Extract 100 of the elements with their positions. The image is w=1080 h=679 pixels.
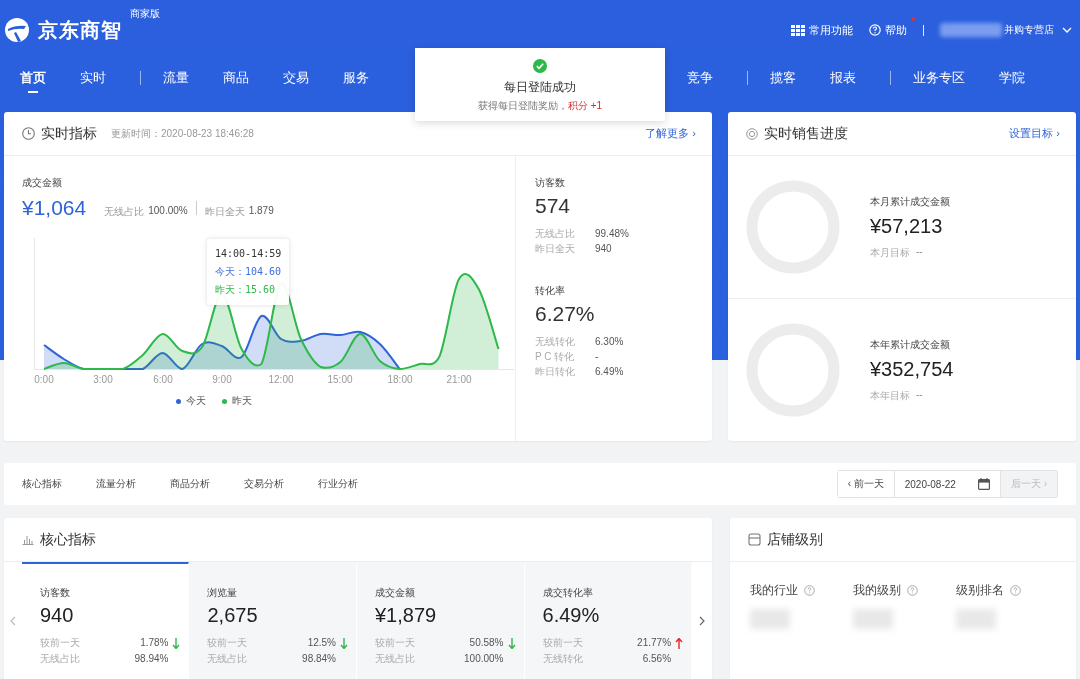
metric-value: 574	[535, 194, 572, 218]
analysis-tab[interactable]: 行业分析	[318, 477, 358, 491]
metric-value: 6.49%	[542, 604, 601, 627]
grid-icon	[791, 24, 805, 36]
logo-text: 京东商智	[38, 17, 122, 43]
analysis-tab[interactable]: 交易分析	[244, 477, 284, 491]
points-reward: 积分 +1	[567, 100, 603, 111]
stat-value: -	[595, 350, 599, 364]
logo-icon	[4, 17, 30, 43]
blurred-text	[940, 23, 1002, 37]
axis-label: 21:00	[446, 374, 472, 385]
stat-value: 1.879	[248, 205, 274, 218]
target-icon	[746, 127, 758, 140]
toast-message: 获得每日登陆奖励，	[477, 100, 568, 111]
metric-label: 成交金额	[22, 176, 63, 190]
help-icon	[804, 585, 815, 596]
analysis-tab[interactable]: 流量分析	[96, 477, 136, 491]
metric-label: 本年累计成交金额	[870, 337, 951, 352]
metric-value: 6.27%	[535, 302, 596, 326]
analysis-tab[interactable]: 核心指标	[22, 477, 62, 491]
bar-chart-icon	[22, 534, 34, 545]
axis-label: 12:00	[268, 374, 294, 385]
metric-value: ¥1,064	[22, 196, 87, 220]
help-icon	[1010, 585, 1021, 596]
calendar-icon	[977, 478, 990, 490]
nav-tab[interactable]: 交易	[283, 63, 309, 93]
nav-tab[interactable]: 学院	[999, 63, 1025, 93]
stat-label: 昨日全天	[535, 242, 576, 256]
card-title: 实时销售进度	[764, 124, 848, 143]
metric-value: ¥352,754	[870, 357, 954, 381]
column-label: 我的行业	[750, 582, 798, 599]
stat-label: 无线转化	[535, 335, 576, 349]
metric-label: 浏览量	[207, 586, 239, 600]
stat-label: 无线占比	[207, 652, 248, 666]
nav-tab[interactable]: 揽客	[770, 63, 796, 93]
metric-label: 访客数	[39, 586, 71, 600]
nav-tab[interactable]: 业务专区	[913, 63, 965, 93]
nav-tab[interactable]: 实时	[80, 63, 106, 93]
chevron-down-icon	[1062, 27, 1072, 33]
stat-label: P C 转化	[535, 350, 576, 364]
toast-title: 每日登陆成功	[504, 79, 576, 96]
axis-label: 9:00	[212, 374, 232, 385]
stat-value: 6.30%	[595, 335, 624, 349]
metric-value: 940	[39, 604, 75, 627]
stat-label: 无线转化	[542, 652, 583, 666]
axis-label: 18:00	[387, 374, 413, 385]
stat-value: 98.94%	[134, 652, 169, 666]
header-action[interactable]: 常用功能	[791, 22, 853, 38]
chevron-left-icon	[9, 616, 17, 626]
metric-value: 2,675	[207, 604, 259, 627]
nav-tab[interactable]: 服务	[343, 63, 369, 93]
metric-value: ¥57,213	[870, 214, 944, 238]
target-label: 本月目标	[870, 245, 910, 260]
stat-label: 无线占比	[39, 652, 80, 666]
tooltip-time: 14:00-14:59	[215, 247, 282, 261]
nav-tab[interactable]: 首页	[20, 63, 46, 93]
stat-value: 100.00%	[464, 652, 504, 666]
link[interactable]: 了解更多 ›	[645, 126, 696, 141]
store-icon	[748, 533, 761, 546]
card-title: 实时指标	[41, 124, 97, 143]
tooltip-value: 昨天：15.60	[215, 283, 277, 297]
tooltip-value: 今天：104.60	[215, 265, 282, 279]
store-selector[interactable]: 并购专营店	[1004, 23, 1076, 37]
metric-value: ¥1,879	[375, 604, 438, 627]
metric-label: 访客数	[535, 176, 566, 190]
stat-label: 无线占比	[375, 652, 415, 666]
analysis-tab[interactable]: 商品分析	[170, 477, 210, 491]
help-icon	[869, 24, 881, 36]
nav-tab[interactable]: 商品	[223, 63, 249, 93]
stat-value: 50.58%	[469, 636, 504, 650]
stat-value: 940	[595, 242, 612, 256]
header-action[interactable]: 帮助	[869, 22, 907, 38]
clock-icon	[22, 127, 35, 140]
stat-value: 100.00%	[148, 205, 188, 218]
stat-label: 无线占比	[104, 205, 145, 219]
check-icon	[533, 59, 547, 73]
target-value: --	[916, 388, 923, 402]
stat-value: 1.78%	[140, 636, 169, 650]
update-time: 更新时间：2020-08-23 18:46:28	[111, 126, 254, 141]
target-value: --	[916, 245, 923, 259]
date-field[interactable]: 2020-08-22	[893, 471, 1001, 497]
stat-label: 无线占比	[535, 227, 576, 241]
chevron-right-icon	[698, 616, 706, 626]
stat-value: 21.77%	[637, 636, 672, 650]
metric-label: 本月累计成交金额	[870, 194, 950, 209]
stat-value: 12.5%	[307, 636, 336, 650]
nav-tab[interactable]: 报表	[830, 63, 856, 93]
axis-label: 0:00	[34, 374, 54, 385]
stat-value: 99.48%	[595, 227, 629, 241]
stat-value: 6.49%	[595, 365, 624, 379]
help-icon	[907, 585, 918, 596]
stat-value: 98.84%	[302, 652, 336, 666]
nav-tab[interactable]: 流量	[163, 63, 189, 93]
nav-tab[interactable]: 竞争	[687, 63, 713, 93]
target-label: 本年目标	[870, 388, 910, 403]
stat-value: 6.56%	[642, 652, 672, 666]
column-label: 级别排名	[956, 582, 1004, 599]
edition-label: 商家版	[130, 6, 160, 21]
metric-label: 转化率	[535, 284, 566, 298]
link[interactable]: 设置目标 ›	[1009, 126, 1060, 141]
